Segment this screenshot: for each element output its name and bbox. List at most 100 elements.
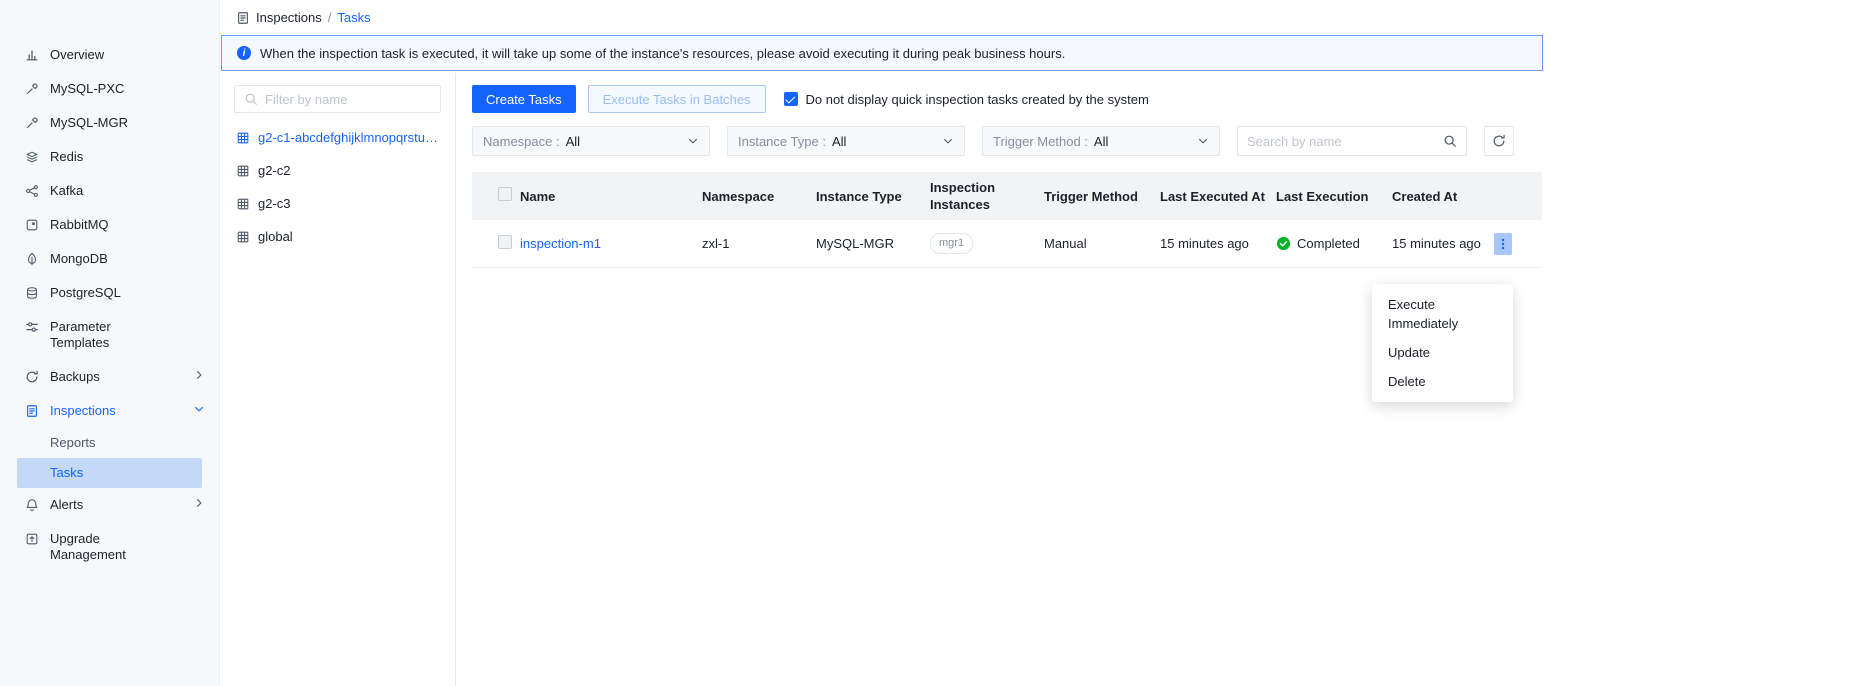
sidebar-item-mysql-pxc[interactable]: MySQL-PXC (0, 72, 219, 106)
table-header-row: Name Namespace Instance Type Inspection … (472, 172, 1542, 220)
select-all-checkbox[interactable] (498, 187, 512, 201)
cluster-item-g2-c2[interactable]: g2-c2 (234, 154, 441, 187)
hide-system-tasks-label: Do not display quick inspection tasks cr… (806, 92, 1149, 107)
select-label: Instance Type : (738, 134, 826, 149)
name-search[interactable] (1237, 126, 1467, 156)
execute-batches-button[interactable]: Execute Tasks in Batches (588, 85, 766, 113)
cluster-filter[interactable] (234, 85, 441, 113)
info-banner: i When the inspection task is executed, … (221, 35, 1543, 71)
create-tasks-button[interactable]: Create Tasks (472, 85, 576, 113)
trigger-method-select[interactable]: Trigger Method : All (982, 126, 1220, 156)
cluster-item-global[interactable]: global (234, 220, 441, 253)
inspections-breadcrumb-icon (236, 11, 250, 25)
postgresql-icon (24, 285, 40, 301)
chevron-down-icon (942, 135, 954, 147)
sidebar-item-label: Backups (50, 369, 156, 385)
sidebar-item-label: Upgrade Management (50, 531, 156, 563)
sidebar-item-alerts[interactable]: Alerts (0, 488, 219, 522)
sidebar-item-mysql-mgr[interactable]: MySQL-MGR (0, 106, 219, 140)
sidebar-item-rabbitmq[interactable]: RabbitMQ (0, 208, 219, 242)
bar-chart-icon (24, 47, 40, 63)
breadcrumb: Inspections / Tasks (220, 8, 1543, 35)
mysql-mgr-icon (24, 115, 40, 131)
created-at-text: 15 minutes ago (1392, 235, 1481, 252)
sidebar-item-upgrade-management[interactable]: Upgrade Management (0, 522, 219, 572)
cluster-grid-icon (236, 164, 250, 178)
refresh-button[interactable] (1484, 126, 1514, 156)
column-header-created-at: Created At (1392, 188, 1542, 205)
mongodb-icon (24, 251, 40, 267)
body-row: g2-c1-abcdefghijklmnopqrstuvwx... g2-c2 … (220, 73, 1543, 686)
namespace-select[interactable]: Namespace : All (472, 126, 710, 156)
sidebar-item-label: MySQL-PXC (50, 81, 156, 97)
menu-item-update[interactable]: Update (1372, 338, 1513, 367)
more-actions-button[interactable] (1494, 233, 1512, 255)
cluster-item-label: g2-c2 (258, 163, 291, 178)
cell-namespace: zxl-1 (702, 235, 816, 252)
sidebar-item-postgresql[interactable]: PostgreSQL (0, 276, 219, 310)
column-header-inspection-instances: Inspection Instances (930, 179, 1044, 213)
column-header-last-execution: Last Execution (1276, 188, 1392, 205)
instance-type-select[interactable]: Instance Type : All (727, 126, 965, 156)
status-text: Completed (1297, 235, 1360, 252)
breadcrumb-separator: / (328, 10, 332, 25)
breadcrumb-parent[interactable]: Inspections (256, 10, 322, 25)
sidebar-item-overview[interactable]: Overview (0, 38, 219, 72)
menu-item-execute-immediately[interactable]: Execute Immediately (1372, 290, 1513, 338)
hide-system-tasks-checkbox[interactable] (784, 92, 798, 106)
sidebar-item-label: Inspections (50, 403, 156, 419)
column-header-last-executed-at: Last Executed At (1160, 188, 1276, 205)
sidebar-item-label: Overview (50, 47, 156, 63)
task-name-link[interactable]: inspection-m1 (520, 236, 601, 251)
sidebar-item-label: MongoDB (50, 251, 156, 267)
cluster-item-g2-c3[interactable]: g2-c3 (234, 187, 441, 220)
refresh-icon (1492, 134, 1506, 148)
sidebar-item-tasks[interactable]: Tasks (17, 458, 202, 488)
sidebar: Overview MySQL-PXC MySQL-MGR Redis Kafka… (0, 0, 220, 686)
menu-item-delete[interactable]: Delete (1372, 367, 1513, 396)
cluster-filter-input[interactable] (265, 92, 431, 107)
cluster-grid-icon (236, 197, 250, 211)
filter-bar: Namespace : All Instance Type : All Trig… (472, 126, 1543, 156)
cluster-item-label: g2-c1-abcdefghijklmnopqrstuvwx... (258, 130, 439, 145)
name-search-input[interactable] (1247, 134, 1443, 149)
cluster-grid-icon (236, 230, 250, 244)
cell-last-executed-at: 15 minutes ago (1160, 235, 1276, 252)
sidebar-item-label: Redis (50, 149, 156, 165)
sidebar-item-label: Parameter Templates (50, 319, 156, 351)
cell-instance-type: MySQL-MGR (816, 235, 930, 252)
kafka-icon (24, 183, 40, 199)
column-header-trigger-method: Trigger Method (1044, 188, 1160, 205)
breadcrumb-current[interactable]: Tasks (337, 10, 370, 25)
sidebar-item-parameter-templates[interactable]: Parameter Templates (0, 310, 219, 360)
cluster-item-g2-c1[interactable]: g2-c1-abcdefghijklmnopqrstuvwx... (234, 121, 441, 154)
redis-icon (24, 149, 40, 165)
cluster-panel: g2-c1-abcdefghijklmnopqrstuvwx... g2-c2 … (220, 73, 456, 686)
cell-created-at: 15 minutes ago (1392, 233, 1542, 255)
sidebar-item-redis[interactable]: Redis (0, 140, 219, 174)
main-area: Inspections / Tasks i When the inspectio… (220, 0, 1859, 686)
chevron-down-icon (1197, 135, 1209, 147)
sidebar-item-inspections[interactable]: Inspections (0, 394, 219, 428)
parameter-templates-icon (24, 319, 40, 335)
chevron-right-icon (193, 497, 205, 509)
row-checkbox[interactable] (498, 235, 512, 249)
info-icon: i (237, 46, 251, 60)
table-row: inspection-m1 zxl-1 MySQL-MGR mgr1 Manua… (472, 220, 1542, 268)
sidebar-item-label: Kafka (50, 183, 156, 199)
instance-tag: mgr1 (930, 233, 973, 254)
search-icon[interactable] (1443, 134, 1457, 148)
select-label: Trigger Method : (993, 134, 1088, 149)
tasks-table: Name Namespace Instance Type Inspection … (472, 172, 1542, 268)
chevron-down-icon (193, 403, 205, 415)
select-label: Namespace : (483, 134, 560, 149)
sidebar-item-backups[interactable]: Backups (0, 360, 219, 394)
column-header-name: Name (520, 188, 702, 205)
sidebar-item-reports[interactable]: Reports (0, 428, 219, 458)
chevron-right-icon (193, 369, 205, 381)
sidebar-item-mongodb[interactable]: MongoDB (0, 242, 219, 276)
alerts-bell-icon (24, 497, 40, 513)
chevron-down-icon (687, 135, 699, 147)
sidebar-item-kafka[interactable]: Kafka (0, 174, 219, 208)
success-check-icon (1276, 236, 1291, 251)
